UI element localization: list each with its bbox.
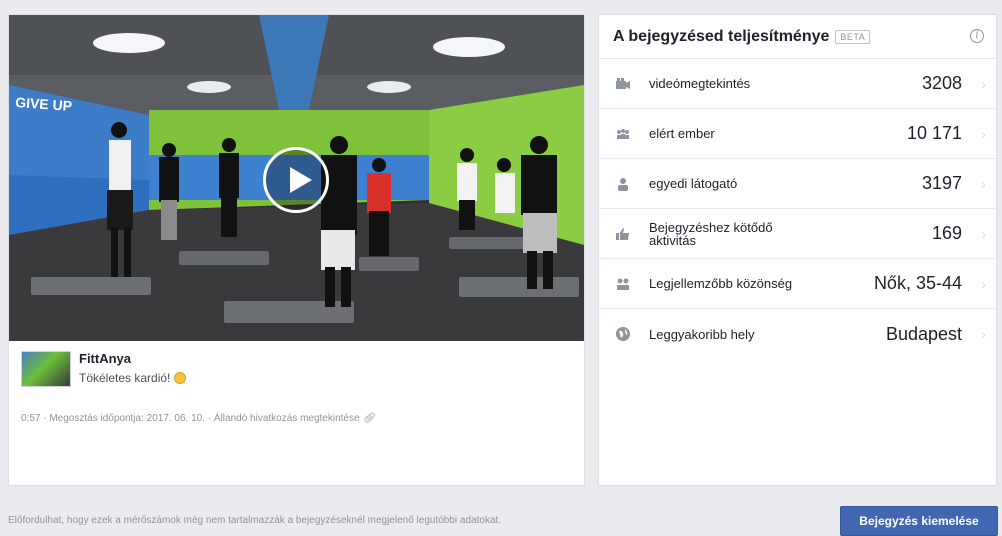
- chevron-right-icon: ›: [981, 125, 986, 142]
- metric-value: 3208: [921, 73, 962, 93]
- metric-value: Nők, 35-44: [873, 273, 962, 293]
- performance-header: A bejegyzésed teljesítménye BETA i: [599, 15, 996, 59]
- beta-badge: BETA: [835, 29, 871, 44]
- post-meta: 0:57 · Megosztás időpontja: 2017. 06. 10…: [21, 413, 376, 424]
- people-reached-icon: [615, 126, 631, 142]
- post-card: GIVE UP FittAnya Tökéletes kardió! 0:57 …: [8, 14, 585, 486]
- post-text: Tökéletes kardió!: [79, 371, 171, 385]
- chevron-right-icon: ›: [981, 326, 986, 342]
- metrics-disclaimer: Előfordulhat, hogy ezek a mérőszámok még…: [8, 515, 502, 526]
- globe-icon: [615, 326, 631, 342]
- performance-panel: A bejegyzésed teljesítménye BETA i videó…: [598, 14, 997, 486]
- metric-value: 169: [931, 223, 962, 243]
- post-meta-text[interactable]: 0:57 · Megosztás időpontja: 2017. 06. 10…: [21, 413, 360, 424]
- audience-icon: [615, 276, 631, 292]
- page-thumbnail[interactable]: [21, 351, 71, 387]
- metric-value: 10 171: [906, 123, 962, 143]
- metric-row-top-audience[interactable]: Legjellemzőbb közönség Nők, 35-44 ›: [599, 259, 996, 309]
- video-icon: [615, 76, 631, 92]
- play-button[interactable]: [263, 147, 329, 213]
- chevron-right-icon: ›: [981, 175, 986, 192]
- metric-value: Budapest: [885, 323, 962, 344]
- metric-label: egyedi látogató: [649, 176, 738, 191]
- person-icon: [615, 176, 631, 192]
- metric-label: Leggyakoribb hely: [649, 326, 755, 342]
- link-icon: 🔗︎: [363, 413, 377, 424]
- smile-emoji-icon: [174, 372, 187, 384]
- metric-row-video-views[interactable]: videómegtekintés 3208 ›: [599, 59, 996, 109]
- metric-row-unique-visitors[interactable]: egyedi látogató 3197 ›: [599, 159, 996, 209]
- video-player[interactable]: GIVE UP: [9, 15, 584, 341]
- metric-row-engagement[interactable]: Bejegyzéshez kötődő aktivitás 169 ›: [599, 209, 996, 259]
- chevron-right-icon: ›: [981, 225, 986, 242]
- performance-title: A bejegyzésed teljesítménye: [613, 27, 830, 45]
- post-text-row: Tökéletes kardió!: [79, 371, 187, 385]
- metric-label: Legjellemzőbb közönség: [649, 276, 793, 291]
- metric-row-reach[interactable]: elért ember 10 171 ›: [599, 109, 996, 159]
- info-icon[interactable]: i: [970, 29, 984, 43]
- metric-row-top-location[interactable]: Leggyakoribb hely Budapest ›: [599, 309, 996, 359]
- boost-post-button[interactable]: Bejegyzés kiemelése: [840, 506, 998, 536]
- metric-value: 3197: [921, 173, 962, 193]
- chevron-right-icon: ›: [981, 275, 986, 292]
- metric-label: videómegtekintés: [649, 76, 751, 91]
- like-icon: [615, 226, 631, 242]
- page-name[interactable]: FittAnya: [79, 351, 131, 366]
- metric-label: elért ember: [649, 126, 715, 141]
- metric-label: Bejegyzéshez kötődő aktivitás: [649, 219, 773, 248]
- chevron-right-icon: ›: [981, 75, 986, 92]
